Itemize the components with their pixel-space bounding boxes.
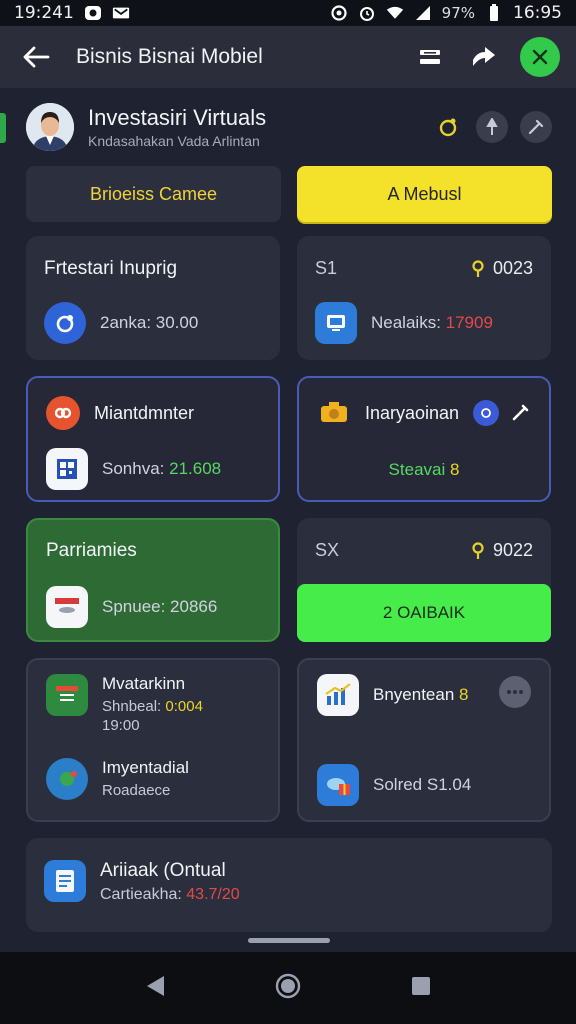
more-button[interactable] (499, 676, 531, 708)
card-icon (46, 586, 88, 628)
alarm-icon (358, 5, 376, 21)
more-icon (507, 690, 523, 694)
profile-header: Investasiri Virtuals Kndasahakan Vada Ar… (26, 100, 552, 154)
refresh-icon (44, 302, 86, 344)
card-schedule[interactable]: Mvatarkinn Shnbeal: 0:004 19:00 Imyentad… (26, 658, 280, 822)
edit-button[interactable] (511, 402, 531, 427)
back-button[interactable] (16, 37, 56, 77)
toggle-icon (420, 50, 440, 64)
card-value: Spnuee: 20866 (102, 597, 218, 616)
app-title: Bisnis Bisnai Mobiel (76, 45, 263, 68)
close-icon (532, 49, 548, 65)
dice-button[interactable] (432, 111, 464, 143)
tool-icon (528, 119, 544, 135)
info-icon (473, 400, 500, 426)
edit-icon (512, 404, 529, 421)
card-count: 9022 (492, 540, 533, 560)
primary-tab-button[interactable]: Brioeiss Camee (26, 166, 281, 222)
close-button[interactable] (520, 37, 560, 77)
card-status: Steavai (388, 460, 446, 479)
status-glyph: 8 (449, 460, 460, 479)
nav-home-button[interactable] (274, 972, 302, 1005)
card-actual[interactable]: Ariiaak (Ontual Cartieakha: 43.7/20 (26, 838, 552, 932)
home-circle-icon (275, 973, 301, 998)
activate-button[interactable]: 2 OAIBAIK (297, 584, 551, 642)
back-arrow-icon (23, 46, 50, 68)
cloud-gift-icon (317, 764, 359, 806)
signal-icon (414, 5, 432, 21)
triangle-back-icon (147, 975, 164, 996)
card-title: Frtestari Inuprig (44, 258, 178, 279)
card-title: Parriamies (46, 540, 137, 561)
profile-name: Investasiri Virtuals (88, 105, 267, 130)
title-glyph: 8 (459, 685, 469, 704)
status-bar: 19:241 97% 16:95 (0, 0, 576, 26)
card-time: 19:00 (102, 717, 140, 734)
document-icon (44, 860, 86, 902)
dice-icon (439, 118, 457, 137)
card-inventory[interactable]: Inaryaoinan Steavai 8 (297, 376, 551, 502)
mobile-action-button[interactable]: A Mebusl (297, 166, 552, 222)
calendar-icon (46, 674, 88, 716)
qr-code-icon (46, 448, 88, 490)
card-title: Ariiaak (Ontual (100, 860, 226, 881)
mail-icon (112, 5, 130, 21)
share-button[interactable] (466, 39, 502, 75)
card-value: 43.7/20 (186, 886, 240, 903)
card-stats[interactable]: S1 0023 Nealaiks: 17909 (297, 236, 551, 360)
card-value: Solred S1.04 (373, 775, 472, 794)
card-activate: SX 9022 2 OAIBAIK (297, 518, 551, 642)
card-title: Imyentadial (102, 758, 189, 777)
globe-icon (46, 758, 88, 800)
card-title: Miantdmnter (94, 402, 195, 423)
notification-icon (84, 5, 102, 21)
status-time-left: 19:241 (14, 3, 74, 23)
battery-icon (485, 4, 503, 21)
card-label: Nealaiks: (371, 313, 446, 332)
card-maintenance[interactable]: Miantdmnter Sonhva: 21.608 (26, 376, 280, 502)
share-icon (473, 47, 495, 66)
nav-recents-button[interactable] (410, 975, 432, 1002)
card-value: 17909 (445, 313, 493, 332)
card-value: 21.608 (169, 459, 222, 478)
wifi-icon (386, 5, 404, 21)
sync-icon (330, 5, 348, 21)
nav-back-button[interactable] (144, 974, 166, 1003)
system-nav-bar (0, 952, 576, 1024)
avatar[interactable] (26, 103, 74, 151)
battery-percent: 97% (441, 4, 475, 22)
card-title: Inaryaoinan (365, 402, 460, 423)
card-value: 0:004 (165, 698, 203, 715)
square-recents-icon (412, 976, 430, 995)
location-pin-icon (472, 541, 484, 559)
card-title: Bnyentean (373, 685, 455, 704)
scroll-handle[interactable] (248, 938, 330, 943)
card-count: 0023 (492, 258, 533, 278)
link-icon (46, 396, 80, 430)
card-parameters[interactable]: Parriamies Spnuee: 20866 (26, 518, 280, 642)
toggle-button[interactable] (412, 39, 448, 75)
card-value: 2anka: 30.00 (100, 313, 199, 332)
status-time-right: 16:95 (513, 3, 562, 23)
side-indicator (0, 113, 6, 143)
pin-icon (486, 118, 498, 135)
card-label: Shnbeal: (102, 698, 166, 715)
app-bar: Bisnis Bisnai Mobiel (0, 26, 576, 88)
card-label: Cartieakha: (100, 886, 187, 903)
card-code: SX (315, 540, 340, 560)
card-investment[interactable]: Frtestari Inuprig 2anka: 30.00 (26, 236, 280, 360)
tool-button[interactable] (520, 111, 552, 143)
card-title: Mvatarkinn (102, 674, 186, 693)
card-investment-chart[interactable]: Bnyentean 8 Solred S1.04 (297, 658, 551, 822)
card-subtitle: Roadaece (102, 782, 171, 799)
card-code: S1 (315, 258, 338, 278)
location-pin-icon (472, 259, 484, 277)
chart-icon (317, 674, 359, 716)
card-label: Sonhva: (102, 459, 170, 478)
pin-button[interactable] (476, 111, 508, 143)
profile-subtitle: Kndasahakan Vada Arlintan (88, 133, 260, 149)
monitor-icon (315, 302, 357, 344)
box-icon (317, 396, 351, 430)
